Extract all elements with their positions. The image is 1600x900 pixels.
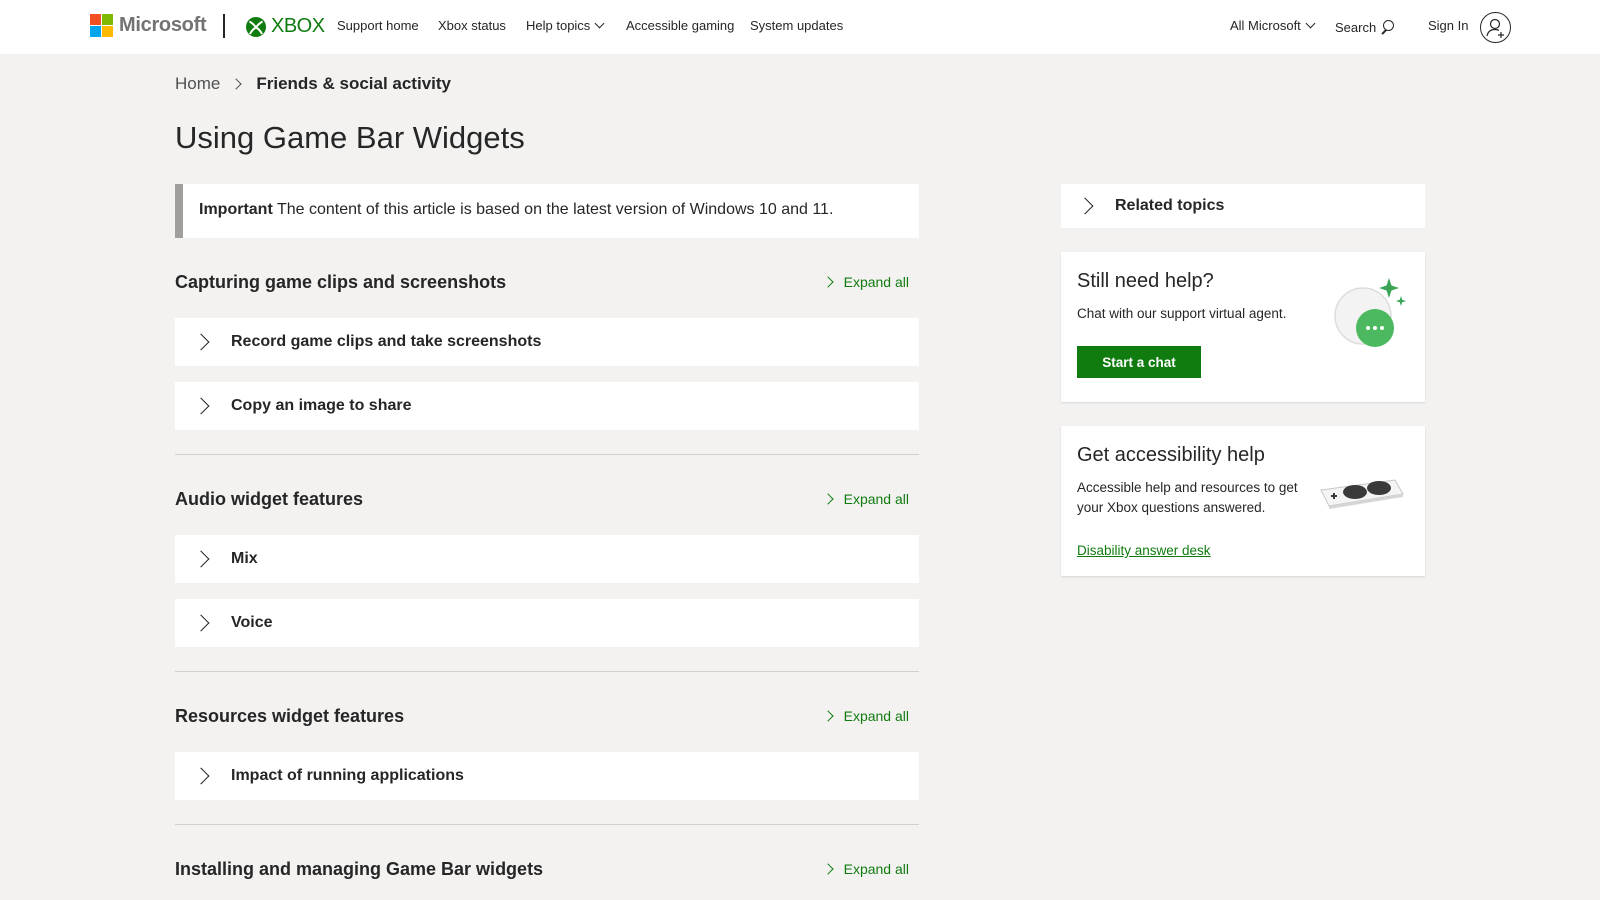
chevron-right-icon <box>821 493 834 505</box>
nav-help-topics[interactable]: Help topics <box>526 18 605 33</box>
accordion-item[interactable]: Impact of running applications <box>175 752 919 800</box>
section-header: Audio widget features Expand all <box>175 489 919 515</box>
accordion-item[interactable]: Record game clips and take screenshots <box>175 318 919 366</box>
chevron-right-icon <box>821 276 834 288</box>
xbox-logo[interactable]: XBOX <box>245 15 325 38</box>
user-avatar-icon[interactable] <box>1480 12 1511 43</box>
breadcrumb-home[interactable]: Home <box>175 74 220 94</box>
section-divider <box>175 454 919 455</box>
nav-system-updates[interactable]: System updates <box>750 18 843 33</box>
chevron-right-icon <box>192 333 210 351</box>
expand-all-label: Expand all <box>843 708 909 724</box>
related-topics-toggle[interactable]: Related topics <box>1061 184 1425 228</box>
xbox-sphere-icon <box>246 16 266 37</box>
accordion-item-label: Voice <box>231 614 273 631</box>
related-topics-label: Related topics <box>1115 197 1225 214</box>
chevron-right-icon <box>192 614 210 632</box>
person-add-icon <box>1486 18 1504 38</box>
expand-all-button[interactable]: Expand all <box>821 274 909 290</box>
expand-all-label: Expand all <box>843 491 909 507</box>
accordion-item[interactable]: Voice <box>175 599 919 647</box>
important-notice: Important The content of this article is… <box>175 184 919 238</box>
adaptive-controller-icon <box>1320 479 1404 509</box>
notice-text: The content of this article is based on … <box>276 201 834 218</box>
section-divider <box>175 671 919 672</box>
section-header: Capturing game clips and screenshots Exp… <box>175 272 919 298</box>
section-title: Resources widget features <box>175 706 405 726</box>
accessibility-card-title: Get accessibility help <box>1077 444 1265 466</box>
section-header: Installing and managing Game Bar widgets… <box>175 859 919 885</box>
search-label: Search <box>1335 20 1377 35</box>
microsoft-logo[interactable]: Microsoft <box>90 14 207 37</box>
section-title: Audio widget features <box>175 489 364 509</box>
disability-answer-desk-link[interactable]: Disability answer desk <box>1077 543 1211 558</box>
chevron-down-icon <box>1305 18 1316 29</box>
sign-in-link[interactable]: Sign In <box>1428 18 1468 33</box>
breadcrumb-current[interactable]: Friends & social activity <box>256 74 451 94</box>
page-title: Using Game Bar Widgets <box>175 120 525 155</box>
chevron-right-icon <box>821 710 834 722</box>
accordion-item[interactable]: Mix <box>175 535 919 583</box>
expand-all-button[interactable]: Expand all <box>821 708 909 724</box>
header-divider <box>223 14 225 38</box>
expand-all-label: Expand all <box>843 274 909 290</box>
accordion-item-label: Record game clips and take screenshots <box>231 333 542 350</box>
section-title: Capturing game clips and screenshots <box>175 272 507 292</box>
nav-xbox-status[interactable]: Xbox status <box>438 18 506 33</box>
still-need-help-card: Still need help? Chat with our support v… <box>1061 252 1425 402</box>
expand-all-label: Expand all <box>843 861 909 877</box>
section-divider <box>175 824 919 825</box>
accessibility-help-card: Get accessibility help Accessible help a… <box>1061 426 1425 576</box>
nav-support-home[interactable]: Support home <box>337 18 419 33</box>
chevron-right-icon <box>1076 197 1094 215</box>
xbox-wordmark: XBOX <box>271 15 325 37</box>
chevron-right-icon <box>821 863 834 875</box>
nav-accessible-gaming[interactable]: Accessible gaming <box>626 18 734 33</box>
accordion-item[interactable]: Copy an image to share <box>175 382 919 430</box>
section-header: Resources widget features Expand all <box>175 706 919 732</box>
search-icon <box>1380 20 1395 34</box>
all-microsoft-label: All Microsoft <box>1230 18 1301 33</box>
chevron-right-icon <box>192 550 210 568</box>
all-microsoft-menu[interactable]: All Microsoft <box>1230 18 1316 33</box>
notice-label: Important <box>199 201 273 218</box>
accordion-item-label: Impact of running applications <box>231 767 464 784</box>
help-card-text: Chat with our support virtual agent. <box>1077 306 1287 321</box>
nav-help-topics-label: Help topics <box>526 18 591 33</box>
chevron-down-icon <box>594 18 605 29</box>
section-title: Installing and managing Game Bar widgets <box>175 859 544 879</box>
chevron-right-icon <box>192 397 210 415</box>
chevron-right-icon <box>192 767 210 785</box>
expand-all-button[interactable]: Expand all <box>821 861 909 877</box>
microsoft-squares-icon <box>90 14 113 37</box>
microsoft-wordmark: Microsoft <box>119 14 207 36</box>
search-button[interactable]: Search <box>1335 18 1395 35</box>
chat-bubbles-icon <box>1334 278 1406 347</box>
breadcrumb: Home Friends & social activity <box>175 74 451 94</box>
chevron-right-icon <box>230 78 243 90</box>
start-chat-button[interactable]: Start a chat <box>1077 346 1201 378</box>
accordion-item-label: Copy an image to share <box>231 397 412 414</box>
accessibility-card-text: Accessible help and resources to get you… <box>1077 480 1298 515</box>
accordion-item-label: Mix <box>231 550 258 567</box>
help-card-title: Still need help? <box>1077 270 1214 292</box>
top-navigation-bar: Microsoft XBOX Support home Xbox status … <box>0 0 1600 54</box>
expand-all-button[interactable]: Expand all <box>821 491 909 507</box>
